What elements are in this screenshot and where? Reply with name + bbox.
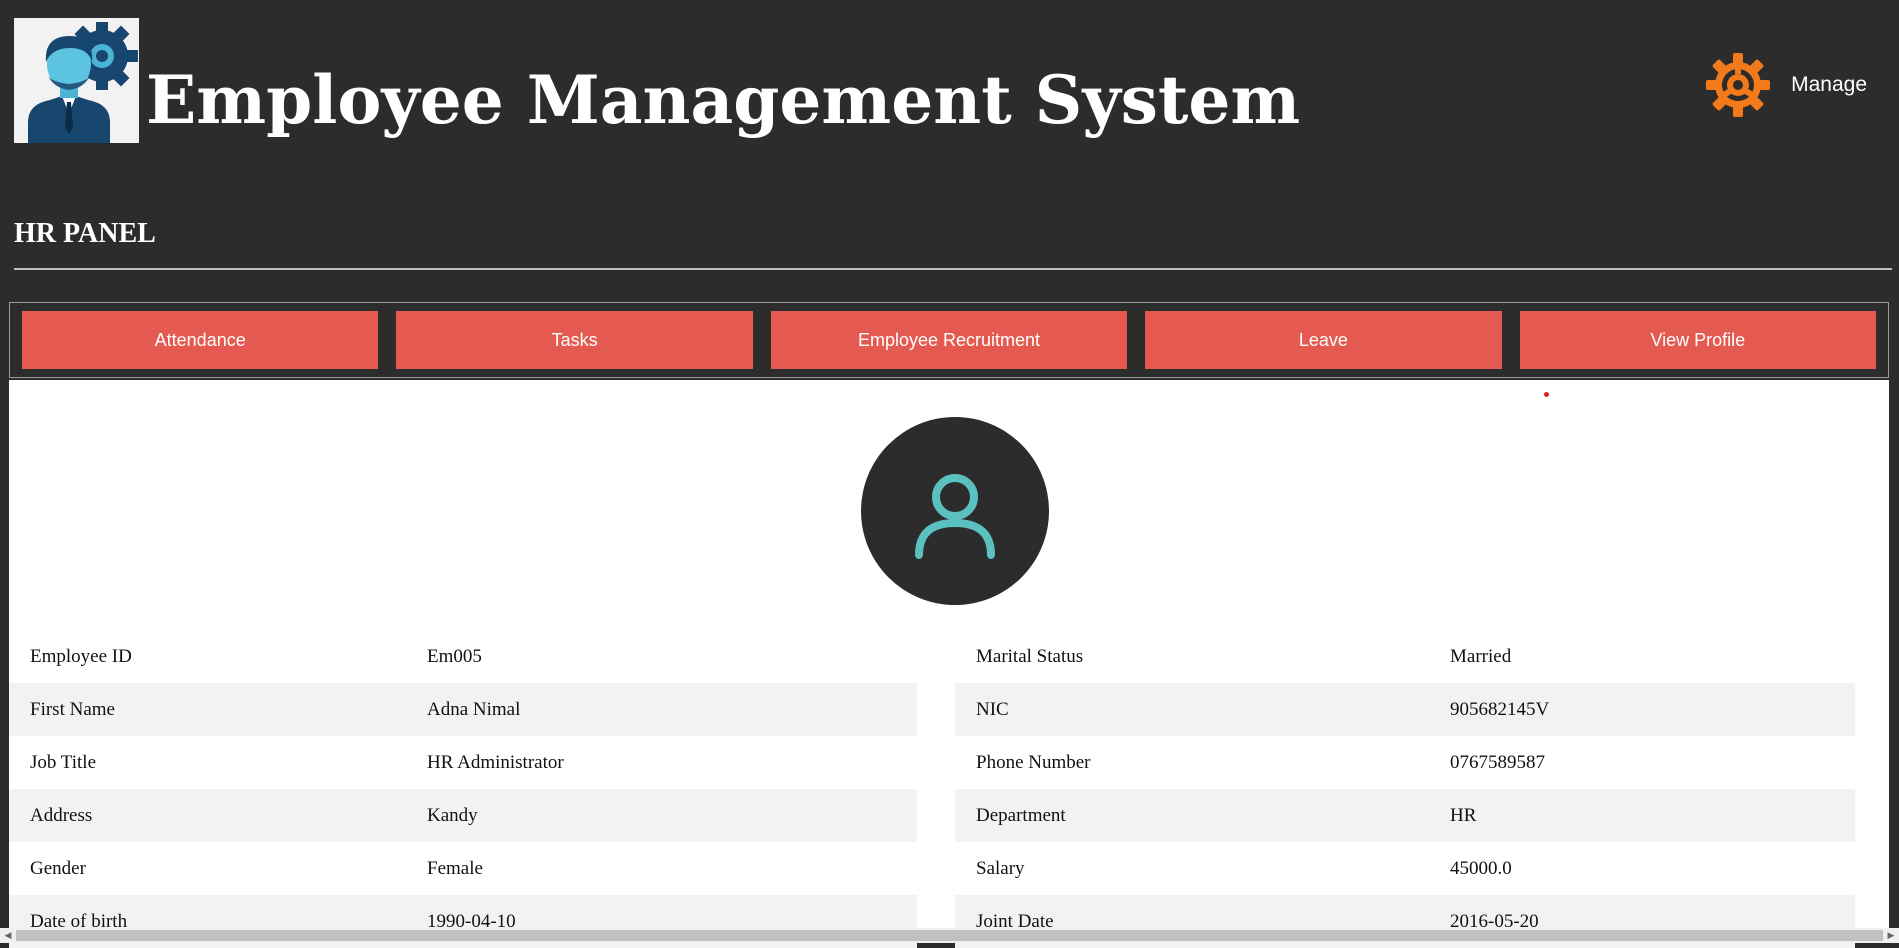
panel-title: HR PANEL: [14, 218, 156, 249]
field-value: Kandy: [406, 789, 917, 842]
field-label: Employee ID: [30, 645, 132, 667]
table-row: Address Kandy: [9, 789, 917, 842]
table-row: Gender Female: [9, 842, 917, 895]
user-icon: [915, 474, 995, 559]
profile-table-left: Employee ID Em005 First Name Adna Nimal …: [9, 630, 917, 948]
field-label: Salary: [976, 857, 1025, 879]
field-label: Address: [9, 789, 406, 842]
red-dot: [1544, 392, 1549, 397]
field-value: Em005: [427, 645, 482, 667]
avatar: [861, 417, 1049, 605]
scroll-right-icon[interactable]: ▶: [1883, 928, 1899, 943]
field-label: Gender: [30, 857, 86, 879]
field-label: Department: [955, 789, 1429, 842]
field-value: HR: [1429, 789, 1855, 842]
field-value: Married: [1450, 645, 1512, 667]
field-label: Phone Number: [976, 751, 1091, 773]
table-row: Salary 45000.0: [955, 842, 1855, 895]
divider: [14, 268, 1892, 270]
field-value: HR Administrator: [427, 751, 564, 773]
scroll-thumb[interactable]: [16, 930, 1883, 941]
employee-recruitment-button[interactable]: Employee Recruitment: [770, 311, 1128, 369]
table-row: Department HR: [955, 789, 1855, 842]
table-row: Phone Number 0767589587: [955, 736, 1855, 789]
field-value: 45000.0: [1450, 857, 1512, 879]
employee-gear-logo-icon: [14, 18, 139, 143]
table-row: Employee ID Em005: [9, 630, 917, 683]
profile-table-right: Marital Status Married NIC 905682145V Ph…: [955, 630, 1855, 948]
field-label: First Name: [9, 683, 406, 736]
table-row: Marital Status Married: [955, 630, 1855, 683]
attendance-button[interactable]: Attendance: [22, 311, 379, 369]
tasks-button[interactable]: Tasks: [396, 311, 753, 369]
manage-menu[interactable]: Manage: [1705, 52, 1867, 118]
table-row: Job Title HR Administrator: [9, 736, 917, 789]
leave-button[interactable]: Leave: [1145, 311, 1502, 369]
field-value: Adna Nimal: [406, 683, 917, 736]
field-label: Marital Status: [976, 645, 1084, 667]
gear-icon[interactable]: [1705, 52, 1771, 118]
manage-label[interactable]: Manage: [1791, 73, 1867, 97]
field-value: 0767589587: [1450, 751, 1545, 773]
app-header: Employee Management System Manage HR PAN…: [0, 0, 1899, 270]
field-value: Female: [427, 857, 483, 879]
horizontal-scrollbar[interactable]: ◀ ▶: [0, 928, 1899, 943]
app-title: Employee Management System: [146, 61, 1301, 139]
field-label: Job Title: [30, 751, 97, 773]
field-value: 905682145V: [1429, 683, 1855, 736]
profile-content: Employee ID Em005 First Name Adna Nimal …: [9, 380, 1889, 948]
field-label: NIC: [955, 683, 1429, 736]
view-profile-button[interactable]: View Profile: [1519, 311, 1877, 369]
scroll-left-icon[interactable]: ◀: [0, 928, 16, 943]
nav-bar: Attendance Tasks Employee Recruitment Le…: [9, 302, 1889, 378]
table-row: First Name Adna Nimal: [9, 683, 917, 736]
table-row: NIC 905682145V: [955, 683, 1855, 736]
